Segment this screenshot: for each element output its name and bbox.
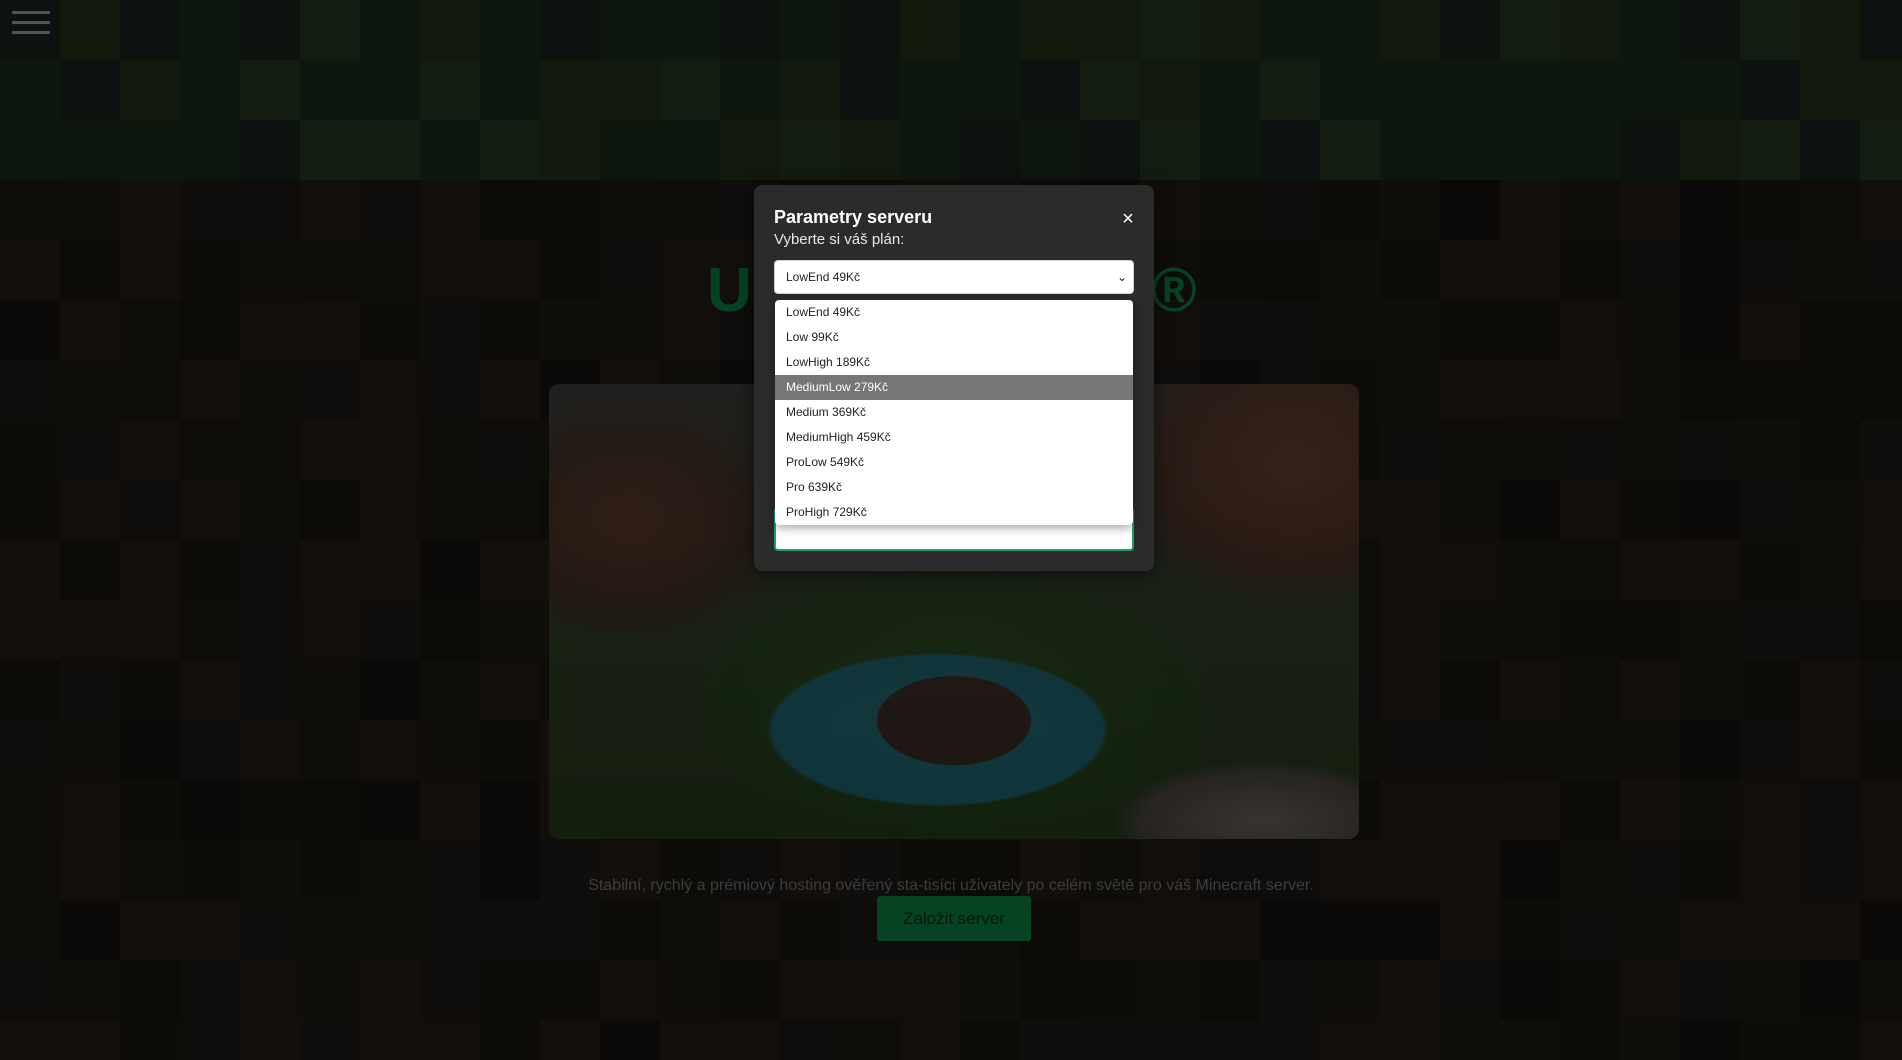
plan-option[interactable]: Low 99Kč xyxy=(775,325,1133,350)
plan-option[interactable]: MediumLow 279Kč xyxy=(775,375,1133,400)
plan-option[interactable]: ProLow 549Kč xyxy=(775,450,1133,475)
modal-title: Parametry serveru xyxy=(774,207,933,227)
plan-option[interactable]: ProHigh 729Kč xyxy=(775,500,1133,525)
server-parameters-modal: Parametry serveru × Vyberte si váš plán:… xyxy=(754,185,1154,571)
plan-option[interactable]: Medium 369Kč xyxy=(775,400,1133,425)
plan-dropdown-list: LowEnd 49Kč Low 99Kč LowHigh 189Kč MediumLo… xyxy=(775,300,1133,525)
page: U ® Stabilní, rychlý a prémiový hosting … xyxy=(0,0,1902,1060)
plan-option[interactable]: Pro 639Kč xyxy=(775,475,1133,500)
plan-option[interactable]: LowEnd 49Kč xyxy=(775,300,1133,325)
plan-select-value: LowEnd 49Kč xyxy=(786,270,861,284)
close-icon[interactable]: × xyxy=(1120,209,1136,229)
plan-label: Vyberte si váš plán: xyxy=(774,231,905,248)
plan-option[interactable]: MediumHigh 459Kč xyxy=(775,425,1133,450)
plan-option[interactable]: LowHigh 189Kč xyxy=(775,350,1133,375)
plan-select[interactable]: LowEnd 49Kč ⌄ xyxy=(774,260,1134,294)
chevron-down-icon: ⌄ xyxy=(1116,270,1127,284)
